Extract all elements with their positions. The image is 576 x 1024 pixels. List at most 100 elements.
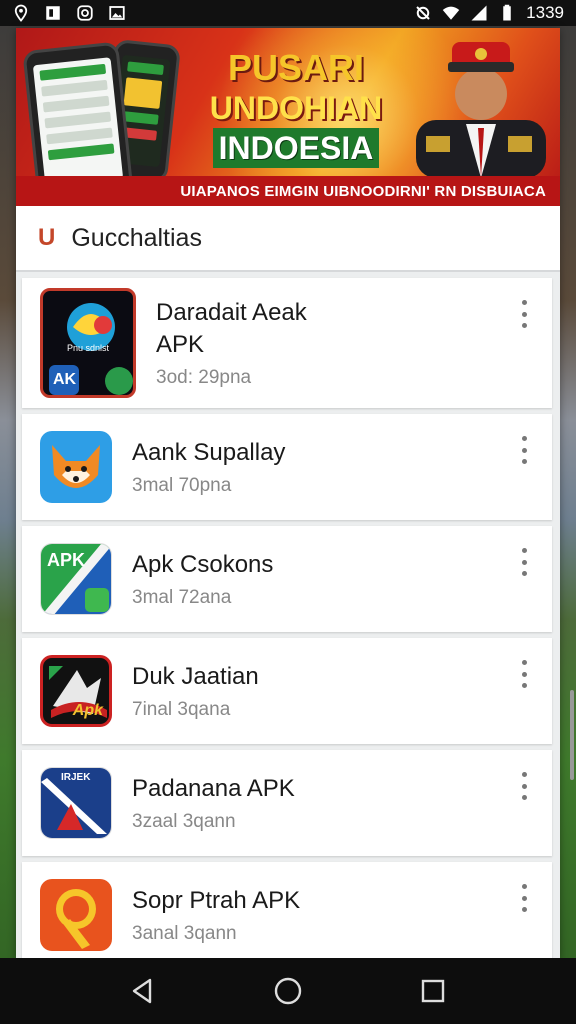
wifi-icon <box>442 4 460 22</box>
gallery-icon <box>108 4 126 22</box>
dot <box>521 447 527 453</box>
more-options-icon[interactable] <box>516 300 532 328</box>
dot <box>521 884 527 889</box>
navigation-bar <box>0 958 576 1024</box>
sopr-app-icon <box>40 879 112 951</box>
app-list-item[interactable]: Sopr Ptrah APK 3anal 3qann <box>22 862 552 958</box>
app-list-item[interactable]: APK Apk Csokons 3mal 72ana <box>22 526 552 632</box>
phone-row <box>127 61 164 76</box>
app-info: Duk Jaatian 7inal 3qana <box>132 661 259 721</box>
dot <box>521 559 527 565</box>
app-name: Daradait Aeak <box>156 299 307 326</box>
more-options-icon[interactable] <box>516 772 532 800</box>
daradait-icon-badge: AK <box>53 371 77 388</box>
banner-title: PUSARI UNDOHIAN INDOESIA <box>206 48 386 175</box>
padanana-app-icon: IRJEK <box>40 767 112 839</box>
duk-icon-label: Apk <box>72 702 103 719</box>
phone-row <box>42 95 110 113</box>
app-info: Padanana APK 3zaal 3qann <box>132 773 295 833</box>
app-name: Apk Csokons <box>132 551 274 578</box>
sopr-logo-icon <box>56 889 96 949</box>
recents-button[interactable] <box>413 971 453 1011</box>
sync-icon <box>414 4 432 22</box>
recents-icon <box>422 979 445 1003</box>
more-options-icon[interactable] <box>516 884 532 912</box>
status-time: 1339 <box>526 3 564 22</box>
dot <box>521 548 527 553</box>
daradait-icon-caption: Pnu sdnlst <box>67 343 110 353</box>
dot <box>521 895 527 901</box>
dot <box>521 311 527 317</box>
promo-banner[interactable]: PUSARI UNDOHIAN INDOESIA UIAPANOS EIMGIN… <box>16 28 560 206</box>
banner-title-line2: UNDOHIAN <box>209 90 383 126</box>
banner-subtitle: UIAPANOS EIMGIN UIBNOODIRNI' RN DISBUIAC… <box>180 182 546 200</box>
home-button[interactable] <box>268 971 308 1011</box>
phone-row <box>41 79 108 97</box>
more-options-icon[interactable] <box>516 548 532 576</box>
apk-icon-label: APK <box>47 550 86 570</box>
dot <box>521 783 527 789</box>
app-list-item[interactable]: Pnu sdnlst AK Daradait Aeak APK 3od: 29p… <box>22 278 552 408</box>
app-name: Aank Supallay <box>132 439 286 466</box>
phone-row <box>123 77 163 109</box>
dot <box>521 459 527 464</box>
dot <box>521 436 527 441</box>
back-icon <box>132 978 151 1004</box>
back-button[interactable] <box>123 971 163 1011</box>
more-options-icon[interactable] <box>516 436 532 464</box>
phone-row <box>44 111 112 129</box>
duk-app-icon: Apk <box>40 655 112 727</box>
dot <box>521 795 527 800</box>
location-icon <box>12 4 30 22</box>
officer-portrait-image <box>416 42 546 178</box>
app-list-item[interactable]: IRJEK Padanana APK 3zaal 3qann <box>22 750 552 856</box>
phone-row <box>121 111 159 125</box>
app-name: Padanana APK <box>132 775 295 802</box>
apk-green-icon: APK <box>40 543 112 615</box>
phone-row <box>46 127 113 145</box>
dot <box>521 323 527 328</box>
section-title: Gucchaltias <box>71 223 202 252</box>
app-list-item[interactable]: Aank Supallay 3mal 70pna <box>22 414 552 520</box>
banner-title-line1: PUSARI <box>227 47 365 88</box>
app-list: Pnu sdnlst AK Daradait Aeak APK 3od: 29p… <box>16 272 560 958</box>
signal-icon <box>470 4 488 22</box>
app-name-line2: APK <box>156 331 205 358</box>
app-info: Apk Csokons 3mal 72ana <box>132 549 273 609</box>
section-logo-icon: U <box>38 224 56 251</box>
app-meta: 3mal 70pna <box>132 475 232 496</box>
fox-app-icon <box>40 431 112 503</box>
app-info: Sopr Ptrah APK 3anal 3qann <box>132 885 300 945</box>
dot <box>521 660 527 665</box>
app-meta: 7inal 3qana <box>132 699 231 720</box>
dot <box>521 671 527 677</box>
banner-title-line3: INDOESIA <box>212 128 380 168</box>
battery-icon <box>498 4 516 22</box>
instagram-icon <box>76 4 94 22</box>
app-meta: 3zaal 3qann <box>132 811 236 832</box>
app-icon-daradait: Pnu sdnlst AK <box>40 288 136 398</box>
dot <box>521 683 527 688</box>
fox-face-icon <box>52 445 100 488</box>
status-bar: 1339 <box>0 0 576 26</box>
dot <box>521 300 527 305</box>
scrollbar[interactable] <box>570 690 574 780</box>
app-meta: 3od: 29pna <box>156 367 252 388</box>
padanana-icon-label: IRJEK <box>61 772 91 783</box>
more-options-icon[interactable] <box>516 660 532 688</box>
app-name: Sopr Ptrah APK <box>132 887 301 914</box>
phone-row <box>39 63 107 81</box>
home-icon <box>274 977 302 1005</box>
app-list-item[interactable]: Apk Duk Jaatian 7inal 3qana <box>22 638 552 744</box>
app-info: Aank Supallay 3mal 70pna <box>132 437 285 497</box>
dot <box>521 772 527 777</box>
app-name: Duk Jaatian <box>132 663 259 690</box>
dot <box>521 907 527 912</box>
phone-row <box>47 143 115 161</box>
app-window: PUSARI UNDOHIAN INDOESIA UIAPANOS EIMGIN… <box>16 28 560 958</box>
app-meta: 3anal 3qann <box>132 923 237 944</box>
dot <box>521 571 527 576</box>
section-header: U Gucchaltias <box>16 206 560 272</box>
phone-screen <box>32 57 124 187</box>
app-info: Daradait Aeak APK 3od: 29pna <box>156 297 307 389</box>
